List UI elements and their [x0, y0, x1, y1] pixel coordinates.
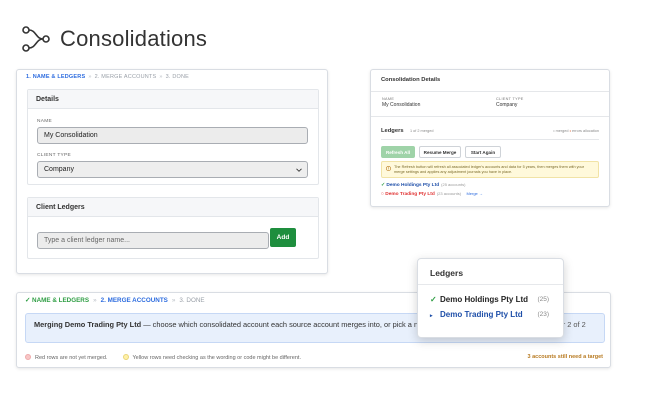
- ledger-list-item[interactable]: ▸ Demo Trading Pty Ltd: [430, 310, 523, 319]
- details-title: Details: [28, 90, 318, 109]
- ledger-row[interactable]: ✓ Demo Holdings Pty Ltd (25 accounts): [381, 182, 465, 188]
- ledger-row-count: 23 accounts: [438, 191, 460, 196]
- check-icon: ✓: [381, 183, 386, 188]
- step-name-ledgers-done[interactable]: ✓ NAME & LEDGERS: [25, 297, 89, 304]
- chevron-down-icon: [296, 168, 302, 172]
- ledgers-merged-count: 1 of 2 merged: [410, 129, 434, 133]
- info-icon: [386, 166, 391, 171]
- ledger-row-name: Demo Trading Pty Ltd: [385, 192, 435, 197]
- status-merged: merged: [555, 129, 569, 133]
- client-type-label: CLIENT TYPE: [37, 153, 72, 158]
- status-errors: errors allocation: [571, 129, 599, 133]
- divider: [381, 139, 599, 140]
- step-merge-accounts-active[interactable]: 2. MERGE ACCOUNTS: [101, 297, 168, 304]
- merge-steps: ✓ NAME & LEDGERS» 2. MERGE ACCOUNTS» 3. DO…: [25, 297, 205, 304]
- remaining-accounts-warning: 3 accounts still need a target: [527, 354, 604, 360]
- cd-client-type-label: CLIENT TYPE: [496, 97, 524, 101]
- check-icon: ✓: [430, 295, 437, 304]
- page-title: Consolidations: [60, 26, 208, 51]
- ledger-row-count: 25 accounts: [442, 182, 465, 187]
- refresh-note: The Refresh button will refresh all asso…: [381, 161, 599, 178]
- resume-merge-button[interactable]: Resume Merge: [419, 146, 461, 158]
- step-name-ledgers[interactable]: 1. NAME & LEDGERS: [26, 74, 85, 80]
- legend-yellow: Yellow rows need checking as the wording…: [132, 355, 301, 361]
- legend-red: Red rows are not yet merged.: [35, 355, 108, 361]
- wizard-steps: 1. NAME & LEDGERS» 2. MERGE ACCOUNTS» 3. D…: [26, 74, 190, 80]
- step-done[interactable]: 3. DONE: [179, 297, 204, 304]
- row-legend: Red rows are not yet merged. Yellow rows…: [25, 354, 301, 361]
- ledger-name: Demo Holdings Pty Ltd: [440, 295, 528, 304]
- red-dot-icon: [25, 354, 31, 360]
- banner-heading: Merging Demo Trading Pty Ltd: [34, 320, 142, 329]
- ledger-count: (25): [537, 296, 549, 303]
- caret-right-icon: ▸: [430, 313, 433, 319]
- ledgers-card: Ledgers ✓ Demo Holdings Pty Ltd (25) ▸ Dem…: [417, 258, 564, 338]
- divider: [371, 116, 609, 117]
- ledgers-card-title: Ledgers: [418, 259, 563, 285]
- error-circle-icon: ○: [381, 192, 384, 197]
- ledger-row-name: Demo Holdings Pty Ltd: [386, 183, 440, 188]
- client-ledger-search-input[interactable]: Type a client ledger name...: [37, 232, 269, 249]
- client-ledgers-title: Client Ledgers: [28, 198, 318, 217]
- cd-client-type-value: Company: [496, 102, 518, 108]
- ledger-list-item[interactable]: ✓ Demo Holdings Pty Ltd: [430, 295, 528, 304]
- ledger-name: Demo Trading Pty Ltd: [440, 310, 523, 319]
- client-type-select[interactable]: Company: [37, 161, 308, 178]
- ledger-count: (23): [537, 311, 549, 318]
- consolidation-details-panel: Consolidation Details NAME My Consolidat…: [370, 69, 610, 207]
- consolidation-details-title: Consolidation Details: [381, 77, 441, 83]
- start-again-button[interactable]: Start Again: [465, 146, 501, 158]
- ledger-row[interactable]: ○ Demo Trading Pty Ltd (23 accounts) Merg…: [381, 191, 483, 197]
- name-input[interactable]: My Consolidation: [37, 127, 308, 144]
- refresh-all-button[interactable]: Refresh All: [381, 146, 415, 158]
- client-type-value: Company: [44, 166, 74, 173]
- ledgers-status: • merged • errors allocation: [553, 129, 599, 133]
- branch-icon: [22, 26, 50, 52]
- refresh-note-text: The Refresh button will refresh all asso…: [394, 165, 585, 175]
- cd-name-label: NAME: [382, 97, 395, 101]
- merge-link[interactable]: Merge →: [466, 191, 482, 196]
- step-merge-accounts[interactable]: 2. MERGE ACCOUNTS: [95, 74, 157, 80]
- page-header: Consolidations: [22, 26, 207, 52]
- step-done[interactable]: 3. DONE: [166, 74, 189, 80]
- wizard-panel: 1. NAME & LEDGERS» 2. MERGE ACCOUNTS» 3. D…: [16, 69, 328, 274]
- yellow-dot-icon: [122, 354, 129, 360]
- name-label: NAME: [37, 119, 53, 124]
- details-section: Details NAME My Consolidation CLIENT TYP…: [27, 89, 319, 185]
- add-ledger-button[interactable]: Add: [270, 228, 296, 247]
- cd-name-value: My Consolidation: [382, 102, 421, 108]
- ledgers-title: Ledgers: [381, 128, 404, 134]
- divider: [371, 91, 609, 92]
